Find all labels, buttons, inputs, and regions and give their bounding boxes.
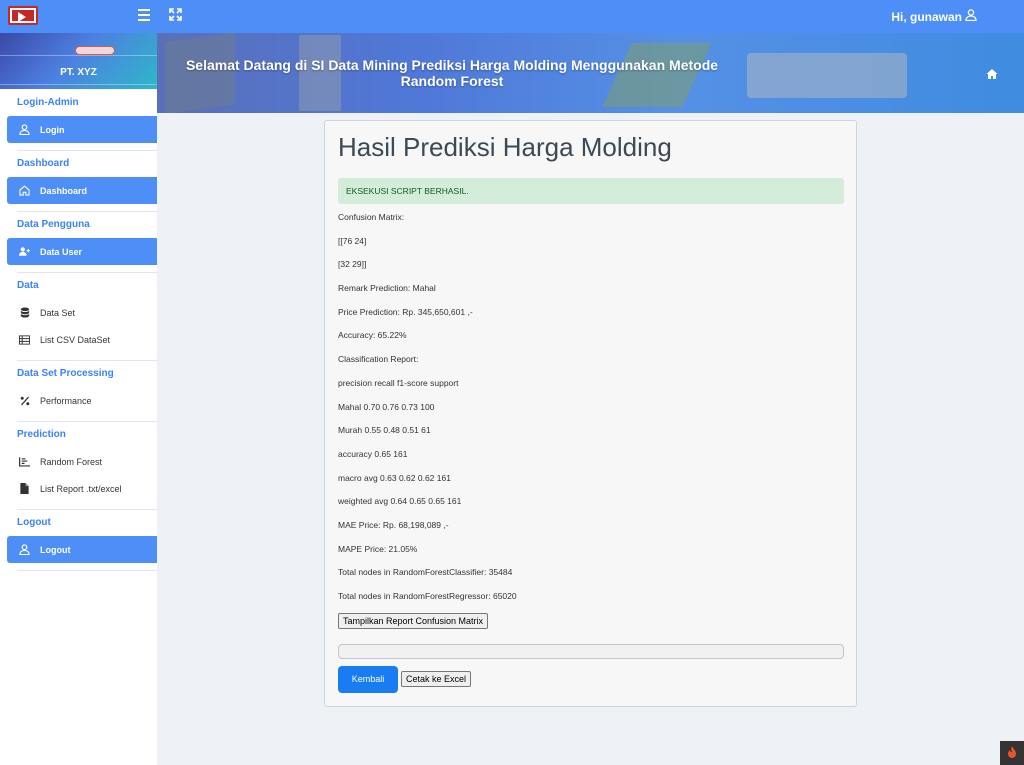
success-alert: EKSEKUSI SCRIPT BERHASIL. [338, 178, 844, 204]
result-line: accuracy 0.65 161 [338, 448, 408, 459]
sidebar-item-list-report-txt-excel[interactable]: List Report .txt/excel [7, 475, 157, 502]
result-line: Murah 0.55 0.48 0.51 61 [338, 425, 431, 436]
result-line: weighted avg 0.64 0.65 0.65 161 [338, 496, 462, 507]
database-icon [19, 307, 30, 318]
report-container [338, 644, 844, 659]
sidebar-item-label: Dashboard [40, 185, 88, 196]
sidebar-item-data-user[interactable]: Data User [7, 238, 157, 265]
result-line: Total nodes in RandomForestRegressor: 65… [338, 591, 517, 601]
sidebar-item-dashboard[interactable]: Dashboard [7, 177, 157, 204]
sidebar-item-label: Logout [40, 544, 71, 555]
app-logo[interactable] [8, 6, 38, 25]
brand-logo [75, 46, 115, 55]
sidebar-heading: Data Set Processing [17, 368, 114, 379]
result-line: Remark Prediction: Mahal [338, 283, 436, 294]
debug-toolbar-icon[interactable] [1000, 741, 1024, 765]
result-line: Confusion Matrix: [338, 212, 405, 222]
sidebar-item-label: Login [40, 124, 65, 135]
user-greeting: Hi, gunawan [891, 9, 962, 24]
result-line: Mahal 0.70 0.76 0.73 100 [338, 401, 435, 412]
sidebar-heading: Login-Admin [17, 97, 79, 108]
result-card: Hasil Prediksi Harga Molding EKSEKUSI SC… [324, 120, 857, 707]
result-line: MAPE Price: 21.05% [338, 543, 418, 554]
back-button[interactable]: Kembali [338, 666, 398, 693]
user-plus-icon [19, 246, 30, 257]
result-line: precision recall f1-score support [338, 377, 459, 388]
sidebar-item-random-forest[interactable]: Random Forest [7, 448, 157, 475]
result-line: Total nodes in RandomForestClassifier: 3… [338, 567, 513, 578]
sidebar-heading: Dashboard [17, 158, 70, 169]
sidebar-item-label: List Report .txt/excel [40, 483, 122, 494]
sidebar-item-data-set[interactable]: Data Set [7, 299, 157, 326]
show-confusion-report-button[interactable]: Tampilkan Report Confusion Matrix [338, 613, 489, 629]
menu-toggle-icon[interactable] [138, 9, 150, 21]
sidebar: PT. XYZ Login-Admin Login Dashboard Dashboa… [0, 33, 157, 765]
sidebar-divider [17, 570, 157, 571]
sidebar-item-label: Performance [40, 395, 92, 406]
sidebar-item-label: List CSV DataSet [40, 334, 111, 345]
result-line: [32 29]] [338, 259, 367, 270]
sidebar-heading: Data [17, 280, 39, 291]
result-line: Classification Report: [338, 354, 419, 365]
fullscreen-icon[interactable] [169, 8, 182, 21]
user-icon [19, 124, 30, 135]
file-icon [19, 483, 30, 494]
percent-icon [19, 395, 30, 406]
sidebar-item-list-csv-dataset[interactable]: List CSV DataSet [7, 326, 157, 353]
sidebar-heading: Data Pengguna [17, 219, 90, 230]
result-line: Price Prediction: Rp. 345,650,601 ,- [338, 306, 473, 317]
sidebar-item-label: Data User [40, 246, 83, 257]
user-menu[interactable]: Hi, gunawan [891, 9, 977, 24]
result-line: MAE Price: Rp. 68,198,089 ,- [338, 519, 449, 530]
user-icon [19, 544, 30, 555]
sidebar-item-logout[interactable]: Logout [7, 536, 157, 563]
table-icon [19, 334, 30, 345]
brand-name: PT. XYZ [60, 67, 97, 78]
result-line: macro avg 0.63 0.62 0.62 161 [338, 472, 451, 483]
export-excel-button[interactable]: Cetak ke Excel [401, 671, 472, 687]
sidebar-item-label: Data Set [40, 307, 76, 318]
sidebar-item-performance[interactable]: Performance [7, 387, 157, 414]
result-output: Confusion Matrix: [[76 24] [32 29]] Remark … [338, 211, 517, 614]
sidebar-item-label: Random Forest [40, 456, 103, 467]
result-line: Accuracy: 65.22% [338, 330, 407, 341]
sidebar-item-login[interactable]: Login [7, 116, 157, 143]
result-line: [[76 24] [338, 235, 367, 246]
chart-icon [19, 456, 30, 467]
home-icon [19, 185, 30, 196]
welcome-banner: Selamat Datang di SI Data Mining Prediks… [157, 33, 1024, 113]
banner-title: Selamat Datang di SI Data Mining Prediks… [185, 57, 719, 89]
sidebar-heading: Logout [17, 517, 51, 528]
page-title: Hasil Prediksi Harga Molding [338, 132, 672, 162]
user-icon [965, 9, 977, 24]
home-icon[interactable] [986, 67, 998, 79]
sidebar-nav: Login-Admin Login Dashboard Dashboard Data P… [0, 90, 157, 571]
sidebar-brand[interactable]: PT. XYZ [0, 33, 157, 89]
sidebar-heading: Prediction [17, 429, 66, 440]
top-navbar: Hi, gunawan [0, 0, 1024, 33]
